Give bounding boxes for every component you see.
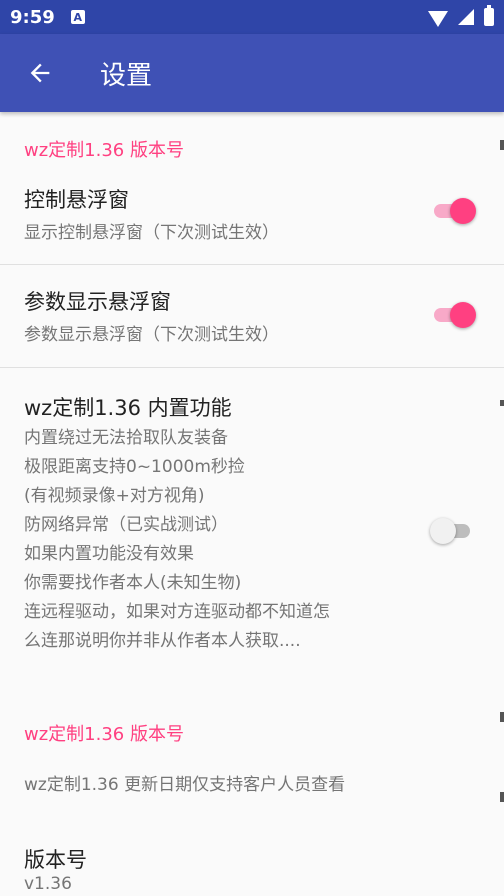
scroll-edge-mark [500,712,504,722]
pref-param-float-summary: 参数显示悬浮窗（下次测试生效） [24,325,279,345]
pref-update-note[interactable]: wz定制1.36 更新日期仅支持客户人员查看 [0,770,504,795]
builtin-line: 么连那说明你并非从作者本人获取.... [24,631,301,651]
status-bar: 9:59 A [0,0,504,34]
scroll-edge-mark [500,400,504,406]
builtin-line: (有视频录像+对方视角) [24,486,205,506]
update-note-text: wz定制1.36 更新日期仅支持客户人员查看 [24,775,346,795]
back-button[interactable] [10,43,70,103]
app-bar: 设置 [0,34,504,112]
pref-builtin[interactable]: wz定制1.36 内置功能 内置绕过无法拾取队友装备 极限距离支持0~1000m… [0,392,504,652]
pref-builtin-title: wz定制1.36 内置功能 [24,396,232,420]
builtin-switch[interactable] [430,518,474,544]
builtin-line: 你需要找作者本人(未知生物) [24,573,242,593]
pref-float-control-summary: 显示控制悬浮窗（下次测试生效） [24,223,279,243]
param-float-switch[interactable] [434,302,476,328]
arrow-back-icon [30,63,50,83]
battery-icon [484,5,494,26]
float-control-switch[interactable] [434,198,476,224]
category-header-version-2: wz定制1.36 版本号 [24,724,184,745]
builtin-line: 内置绕过无法拾取队友装备 [24,428,228,448]
version-value: v1.36 [24,874,72,894]
pref-param-float-title: 参数显示悬浮窗 [24,290,171,314]
pref-param-float[interactable]: 参数显示悬浮窗 参数显示悬浮窗（下次测试生效） [0,286,504,366]
pref-float-control[interactable]: 控制悬浮窗 显示控制悬浮窗（下次测试生效） [0,184,504,264]
pref-float-control-title: 控制悬浮窗 [24,188,129,212]
builtin-line: 如果内置功能没有效果 [24,544,194,564]
notification-a-icon: A [70,10,85,24]
status-indicators [428,5,494,27]
builtin-line: 连远程驱动，如果对方连驱动都不知道怎 [24,602,330,622]
divider [0,367,504,368]
scroll-edge-mark [500,792,504,802]
version-title: 版本号 [24,848,87,872]
status-time: 9:59 [10,6,55,28]
scroll-edge-mark [500,140,504,150]
page-title: 设置 [100,60,153,91]
category-header-version: wz定制1.36 版本号 [24,140,184,161]
pref-version[interactable]: 版本号 v1.36 [0,844,504,894]
settings-list: wz定制1.36 版本号 控制悬浮窗 显示控制悬浮窗（下次测试生效） 参数显示悬… [0,112,504,896]
signal-icon [458,9,474,25]
divider [0,264,504,265]
pref-builtin-summary: 内置绕过无法拾取队友装备 极限距离支持0~1000m秒捡 (有视频录像+对方视角… [24,424,504,656]
builtin-line: 极限距离支持0~1000m秒捡 [24,457,245,477]
wifi-icon [428,11,448,27]
